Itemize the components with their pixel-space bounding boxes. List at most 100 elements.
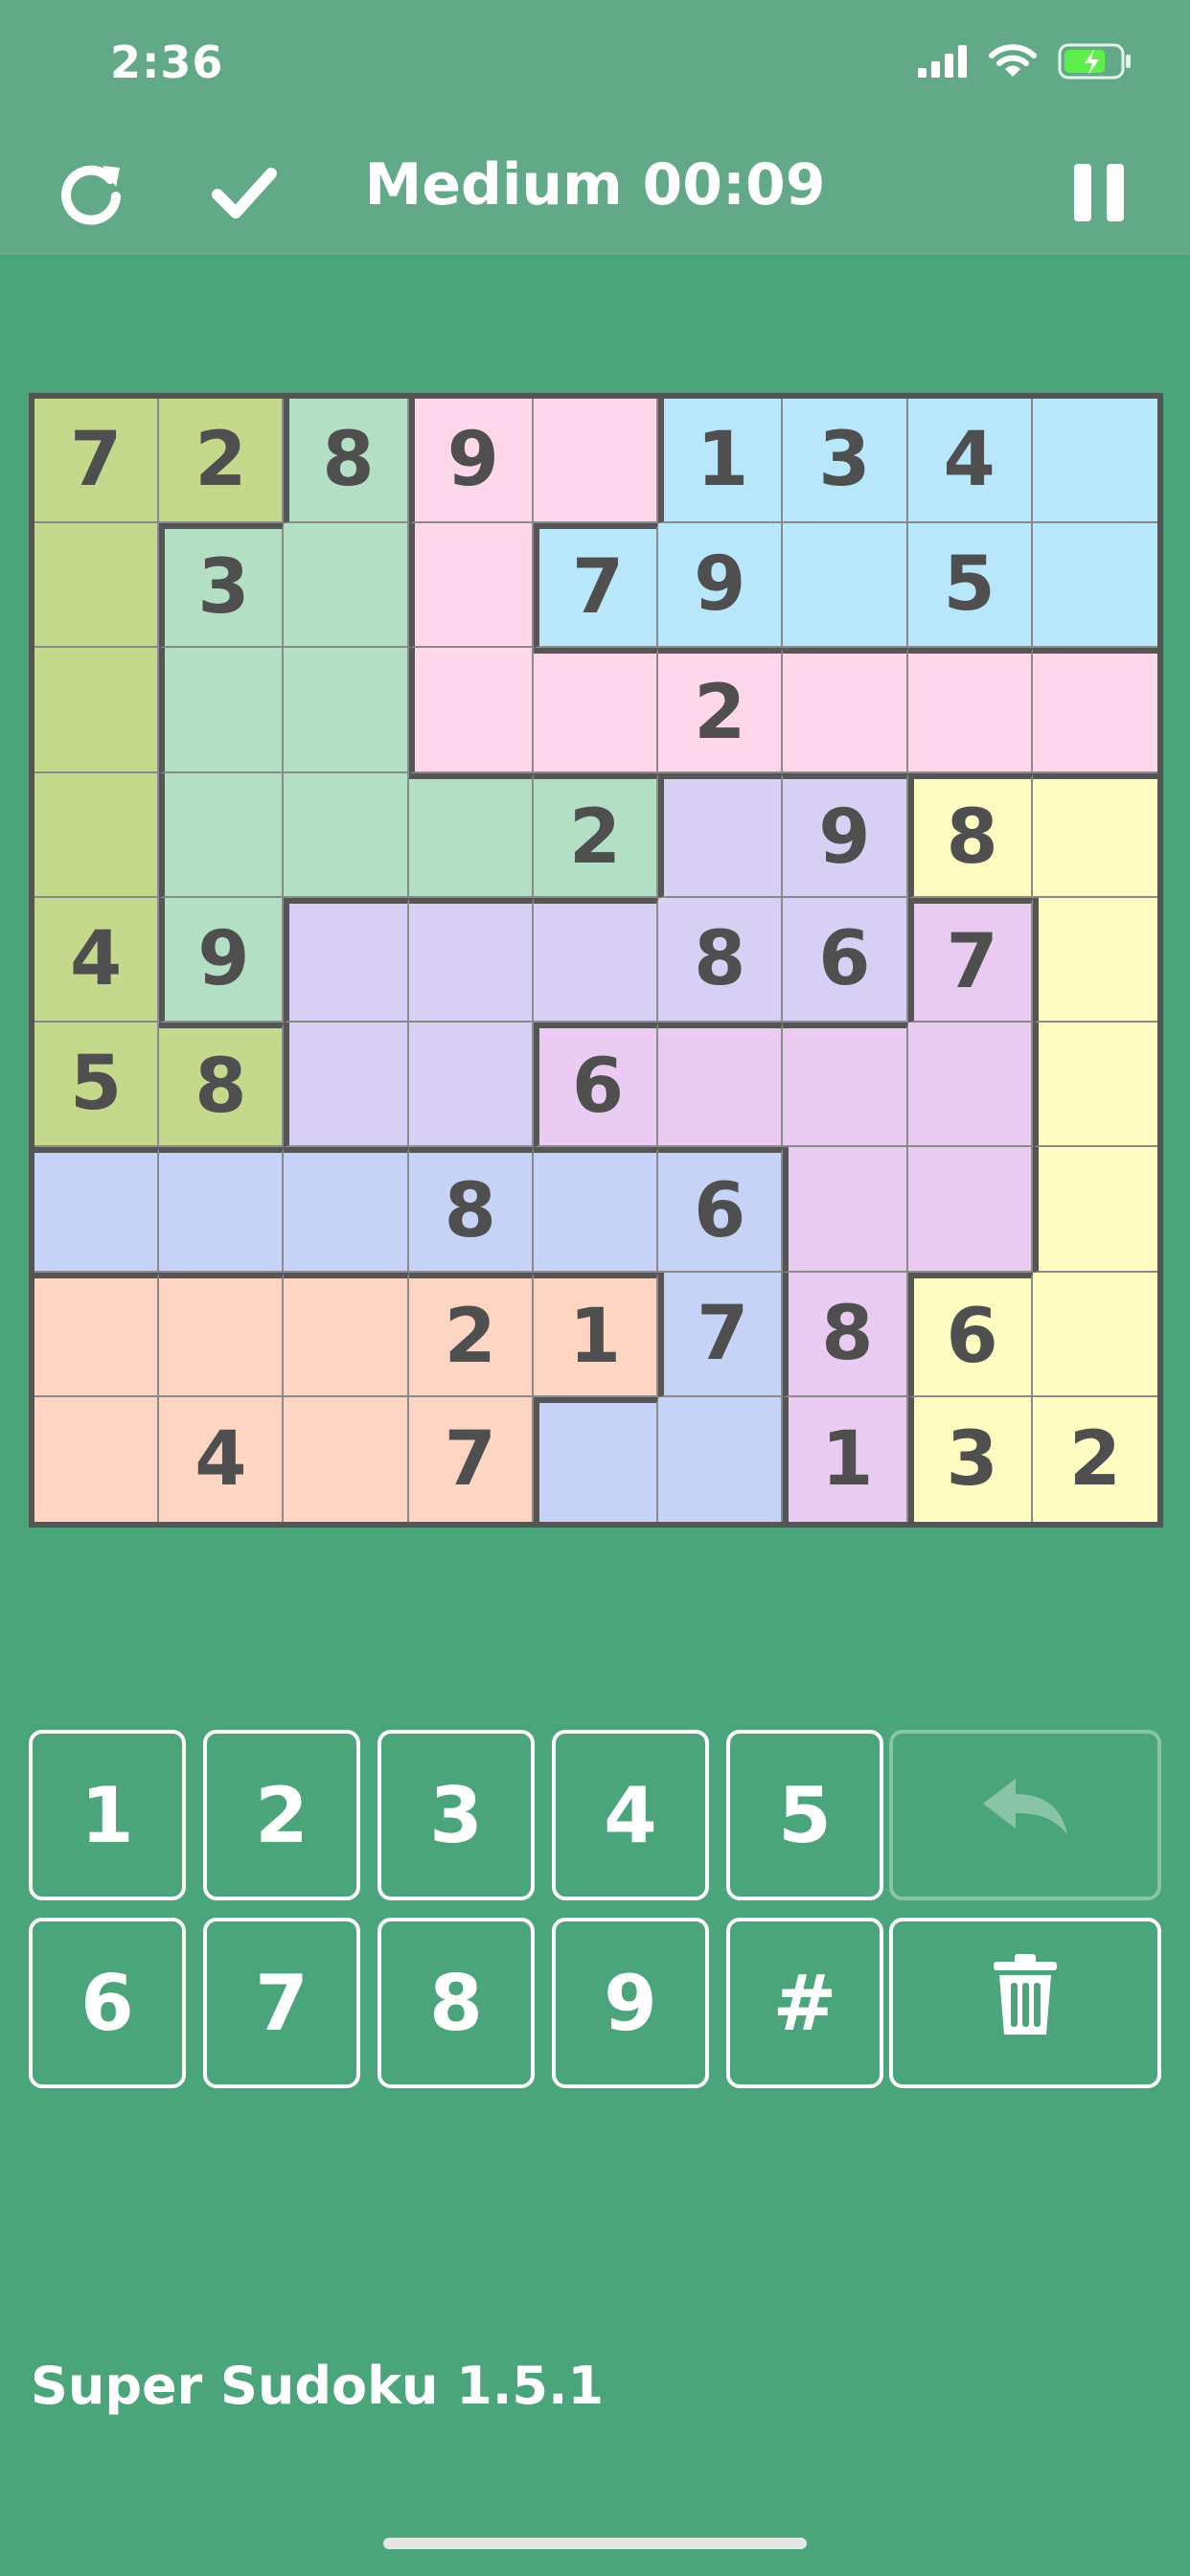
board-cell-r8c5[interactable]: 1: [533, 1272, 659, 1397]
board-cell-r7c6[interactable]: 6: [658, 1147, 784, 1273]
board-cell-r9c5[interactable]: [533, 1396, 659, 1522]
board-cell-r9c8[interactable]: 3: [907, 1396, 1033, 1522]
board-cell-r9c3[interactable]: [284, 1396, 409, 1522]
board-cell-r9c9[interactable]: 2: [1032, 1396, 1157, 1522]
board-cell-r4c5[interactable]: 2: [533, 772, 659, 898]
board-cell-r8c4[interactable]: 2: [408, 1272, 534, 1397]
board-cell-r8c9[interactable]: [1032, 1272, 1157, 1397]
board-cell-r2c5[interactable]: 7: [533, 523, 659, 649]
board-cell-r6c9[interactable]: [1032, 1023, 1157, 1148]
board-cell-r1c8[interactable]: 4: [907, 399, 1033, 524]
number-key-3[interactable]: 3: [378, 1730, 535, 1900]
board-cell-r6c8[interactable]: [907, 1023, 1033, 1148]
signal-icon: [918, 45, 968, 81]
board-cell-r9c1[interactable]: [34, 1396, 160, 1522]
board-cell-r5c3[interactable]: [284, 897, 409, 1024]
board-cell-r8c6[interactable]: 7: [658, 1272, 784, 1397]
board-cell-r9c2[interactable]: 4: [159, 1396, 285, 1522]
board-cell-r3c1[interactable]: [34, 648, 160, 773]
board-cell-r1c5[interactable]: [533, 399, 659, 524]
board-cell-r5c1[interactable]: 4: [34, 897, 160, 1024]
board-cell-r5c5[interactable]: [533, 897, 659, 1024]
board-cell-r2c2[interactable]: 3: [159, 523, 285, 649]
board-cell-r8c8[interactable]: 6: [907, 1272, 1033, 1397]
board-cell-r1c3[interactable]: 8: [284, 399, 409, 524]
board-cell-r9c6[interactable]: [658, 1396, 784, 1522]
board-cell-r3c4[interactable]: [408, 648, 534, 773]
board-cell-r6c7[interactable]: [783, 1023, 908, 1148]
board-cell-r6c1[interactable]: 5: [34, 1023, 160, 1148]
board-cell-r7c2[interactable]: [159, 1147, 285, 1273]
undo-button[interactable]: [889, 1730, 1161, 1900]
notes-key[interactable]: #: [726, 1918, 883, 2088]
status-icons: [918, 43, 1133, 83]
board-cell-r4c8[interactable]: 8: [907, 772, 1033, 898]
board-cell-r3c6[interactable]: 2: [658, 648, 784, 773]
number-key-9[interactable]: 9: [552, 1918, 709, 2088]
status-bar: 2:36: [0, 0, 1190, 134]
board-cell-r4c7[interactable]: 9: [783, 772, 908, 898]
board-cell-r3c5[interactable]: [533, 648, 659, 773]
board-cell-r8c3[interactable]: [284, 1272, 409, 1397]
board-cell-r5c2[interactable]: 9: [159, 897, 285, 1024]
number-key-7[interactable]: 7: [203, 1918, 360, 2088]
number-key-1[interactable]: 1: [29, 1730, 186, 1900]
board-cell-r2c3[interactable]: [284, 523, 409, 649]
board-cell-r9c4[interactable]: 7: [408, 1396, 534, 1522]
board-cell-r7c8[interactable]: [907, 1147, 1033, 1273]
board-cell-r5c6[interactable]: 8: [658, 897, 784, 1024]
board-cell-r2c6[interactable]: 9: [658, 523, 784, 649]
board-cell-r8c1[interactable]: [34, 1272, 160, 1397]
trash-icon: [992, 1952, 1059, 2055]
board-cell-r5c9[interactable]: [1032, 897, 1157, 1024]
board-cell-r6c2[interactable]: 8: [159, 1023, 285, 1148]
wifi-icon: [989, 44, 1037, 82]
board-cell-r7c1[interactable]: [34, 1147, 160, 1273]
board-cell-r3c9[interactable]: [1032, 648, 1157, 773]
board-cell-r4c4[interactable]: [408, 772, 534, 898]
board-cell-r6c4[interactable]: [408, 1023, 534, 1148]
board-cell-r3c7[interactable]: [783, 648, 908, 773]
board-cell-r3c8[interactable]: [907, 648, 1033, 773]
board-cell-r7c4[interactable]: 8: [408, 1147, 534, 1273]
board-cell-r4c2[interactable]: [159, 772, 285, 898]
board-cell-r7c5[interactable]: [533, 1147, 659, 1273]
board-cell-r4c6[interactable]: [658, 772, 784, 898]
board-cell-r8c2[interactable]: [159, 1272, 285, 1397]
number-key-5[interactable]: 5: [726, 1730, 883, 1900]
board-cell-r1c7[interactable]: 3: [783, 399, 908, 524]
delete-button[interactable]: [889, 1918, 1161, 2088]
board-cell-r3c2[interactable]: [159, 648, 285, 773]
board-cell-r6c5[interactable]: 6: [533, 1023, 659, 1148]
board-cell-r8c7[interactable]: 8: [783, 1272, 908, 1397]
board-cell-r7c3[interactable]: [284, 1147, 409, 1273]
number-key-4[interactable]: 4: [552, 1730, 709, 1900]
board-cell-r5c4[interactable]: [408, 897, 534, 1024]
board-cell-r6c3[interactable]: [284, 1023, 409, 1148]
board-cell-r5c8[interactable]: 7: [907, 897, 1033, 1024]
number-key-2[interactable]: 2: [203, 1730, 360, 1900]
board-cell-r1c9[interactable]: [1032, 399, 1157, 524]
board-cell-r1c4[interactable]: 9: [408, 399, 534, 524]
status-time: 2:36: [110, 36, 224, 88]
board-cell-r5c7[interactable]: 6: [783, 897, 908, 1024]
board-cell-r7c9[interactable]: [1032, 1147, 1157, 1273]
board-cell-r4c9[interactable]: [1032, 772, 1157, 898]
board-cell-r1c2[interactable]: 2: [159, 399, 285, 524]
battery-icon: [1058, 43, 1133, 83]
board-cell-r2c8[interactable]: 5: [907, 523, 1033, 649]
board-cell-r2c1[interactable]: [34, 523, 160, 649]
board-cell-r6c6[interactable]: [658, 1023, 784, 1148]
board-cell-r2c9[interactable]: [1032, 523, 1157, 649]
board-cell-r4c1[interactable]: [34, 772, 160, 898]
number-key-8[interactable]: 8: [378, 1918, 535, 2088]
board-cell-r2c7[interactable]: [783, 523, 908, 649]
board-cell-r7c7[interactable]: [783, 1147, 908, 1273]
board-cell-r4c3[interactable]: [284, 772, 409, 898]
board-cell-r2c4[interactable]: [408, 523, 534, 649]
number-key-6[interactable]: 6: [29, 1918, 186, 2088]
board-cell-r9c7[interactable]: 1: [783, 1396, 908, 1522]
board-cell-r3c3[interactable]: [284, 648, 409, 773]
board-cell-r1c1[interactable]: 7: [34, 399, 160, 524]
board-cell-r1c6[interactable]: 1: [658, 399, 784, 524]
